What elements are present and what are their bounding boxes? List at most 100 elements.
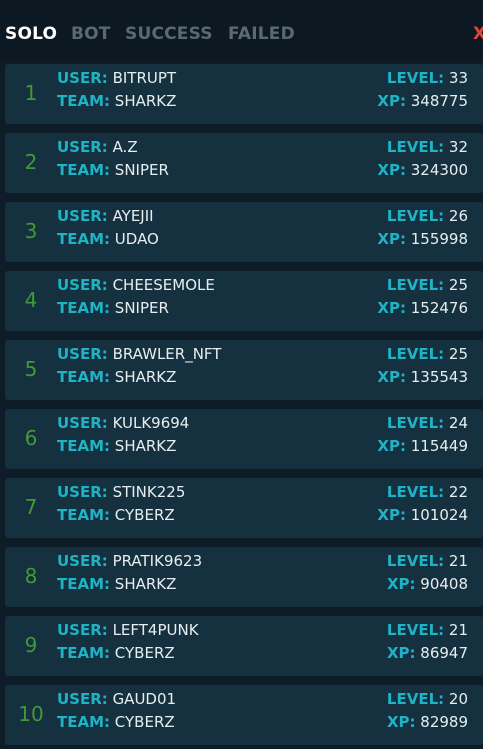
team-name: SHARKZ	[114, 575, 177, 593]
leaderboard-row[interactable]: 1 USER: BITRUPT TEAM: SHARKZ LEVEL: 33 XP: 3…	[5, 64, 483, 124]
tab-success[interactable]: SUCCESS	[125, 24, 213, 44]
team-label: TEAM:	[57, 161, 111, 179]
user-line: USER: GAUD01	[57, 690, 176, 708]
xp-label: XP:	[377, 299, 406, 317]
rank-number: 2	[24, 150, 38, 174]
rank-number: 10	[18, 702, 44, 726]
leaderboard-row[interactable]: 8 USER: PRATIK9623 TEAM: SHARKZ LEVEL: 21 XP…	[5, 547, 483, 607]
xp-line: XP: 90408	[387, 575, 468, 593]
level-line: LEVEL: 21	[387, 552, 468, 570]
username: STINK225	[112, 483, 186, 501]
xp-label: XP:	[386, 575, 416, 593]
user-line: USER: KULK9694	[57, 414, 189, 432]
team-line: TEAM: SHARKZ	[57, 575, 176, 593]
level-label: LEVEL:	[386, 414, 445, 432]
username: AYEJII	[112, 207, 154, 225]
level-label: LEVEL:	[386, 276, 445, 294]
user-label: USER:	[57, 414, 108, 432]
tab-solo[interactable]: SOLO	[5, 24, 57, 44]
user-label: USER:	[57, 69, 108, 87]
user-line: USER: BRAWLER_NFT	[57, 345, 221, 363]
team-label: TEAM:	[57, 713, 111, 731]
user-line: USER: STINK225	[57, 483, 185, 501]
level-line: LEVEL: 25	[387, 345, 468, 363]
level-line: LEVEL: 22	[387, 483, 468, 501]
xp-label: XP:	[377, 368, 406, 386]
team-name: CYBERZ	[114, 644, 175, 662]
user-label: USER:	[57, 552, 108, 570]
level-label: LEVEL:	[386, 69, 445, 87]
xp-value: 115449	[410, 437, 468, 455]
leaderboard-row[interactable]: 7 USER: STINK225 TEAM: CYBERZ LEVEL: 22 XP: …	[5, 478, 483, 538]
level-label: LEVEL:	[386, 621, 445, 639]
leaderboard-row[interactable]: 2 USER: A.Z TEAM: SNIPER LEVEL: 32 XP: 32430…	[5, 133, 483, 193]
level-line: LEVEL: 26	[387, 207, 468, 225]
user-line: USER: PRATIK9623	[57, 552, 202, 570]
team-label: TEAM:	[57, 506, 111, 524]
xp-label: XP:	[377, 161, 406, 179]
team-name: SNIPER	[114, 161, 169, 179]
level-label: LEVEL:	[386, 690, 445, 708]
xp-line: XP: 115449	[377, 437, 468, 455]
user-line: USER: BITRUPT	[57, 69, 176, 87]
xp-value: 135543	[410, 368, 468, 386]
team-label: TEAM:	[57, 92, 111, 110]
level-label: LEVEL:	[386, 345, 445, 363]
team-line: TEAM: CYBERZ	[57, 713, 175, 731]
leaderboard-row[interactable]: 9 USER: LEFT4PUNK TEAM: CYBERZ LEVEL: 21 XP:…	[5, 616, 483, 676]
username: BITRUPT	[112, 69, 177, 87]
team-label: TEAM:	[57, 437, 111, 455]
level-line: LEVEL: 24	[387, 414, 468, 432]
team-name: UDAO	[114, 230, 159, 248]
team-name: CYBERZ	[114, 713, 175, 731]
xp-line: XP: 101024	[377, 506, 468, 524]
user-line: USER: A.Z	[57, 138, 138, 156]
xp-label: XP:	[386, 644, 416, 662]
user-label: USER:	[57, 276, 108, 294]
team-label: TEAM:	[57, 575, 111, 593]
level-label: LEVEL:	[386, 483, 445, 501]
level-label: LEVEL:	[386, 552, 445, 570]
rank-number: 6	[24, 426, 38, 450]
level-label: LEVEL:	[386, 138, 445, 156]
close-button[interactable]: X	[473, 24, 483, 44]
team-label: TEAM:	[57, 230, 111, 248]
xp-value: 152476	[410, 299, 468, 317]
level-value: 25	[448, 276, 468, 294]
rank-number: 7	[24, 495, 38, 519]
username: PRATIK9623	[112, 552, 203, 570]
xp-value: 155998	[410, 230, 468, 248]
leaderboard-row[interactable]: 3 USER: AYEJII TEAM: UDAO LEVEL: 26 XP: 1559…	[5, 202, 483, 262]
leaderboard-row[interactable]: 6 USER: KULK9694 TEAM: SHARKZ LEVEL: 24 XP: …	[5, 409, 483, 469]
xp-line: XP: 155998	[377, 230, 468, 248]
xp-value: 86947	[420, 644, 468, 662]
xp-line: XP: 82989	[387, 713, 468, 731]
level-value: 21	[448, 552, 468, 570]
team-label: TEAM:	[57, 368, 111, 386]
username: KULK9694	[112, 414, 190, 432]
user-label: USER:	[57, 207, 108, 225]
leaderboard-row[interactable]: 10 USER: GAUD01 TEAM: CYBERZ LEVEL: 20 XP: 8…	[5, 685, 483, 745]
xp-value: 101024	[410, 506, 468, 524]
team-line: TEAM: SHARKZ	[57, 368, 176, 386]
team-line: TEAM: SHARKZ	[57, 437, 176, 455]
team-name: SHARKZ	[114, 92, 177, 110]
leaderboard-row[interactable]: 4 USER: CHEESEMOLE TEAM: SNIPER LEVEL: 25 XP…	[5, 271, 483, 331]
team-label: TEAM:	[57, 299, 111, 317]
team-line: TEAM: SNIPER	[57, 299, 169, 317]
level-label: LEVEL:	[386, 207, 445, 225]
level-value: 22	[448, 483, 468, 501]
level-line: LEVEL: 20	[387, 690, 468, 708]
xp-value: 324300	[410, 161, 468, 179]
xp-line: XP: 324300	[377, 161, 468, 179]
level-line: LEVEL: 32	[387, 138, 468, 156]
level-value: 20	[448, 690, 468, 708]
tab-bar: SOLO BOT SUCCESS FAILED X	[0, 0, 483, 60]
tab-bot[interactable]: BOT	[71, 24, 111, 44]
username: CHEESEMOLE	[112, 276, 215, 294]
leaderboard-row[interactable]: 5 USER: BRAWLER_NFT TEAM: SHARKZ LEVEL: 25 X…	[5, 340, 483, 400]
user-line: USER: LEFT4PUNK	[57, 621, 199, 639]
user-label: USER:	[57, 621, 108, 639]
xp-label: XP:	[377, 92, 406, 110]
tab-failed[interactable]: FAILED	[228, 24, 295, 44]
